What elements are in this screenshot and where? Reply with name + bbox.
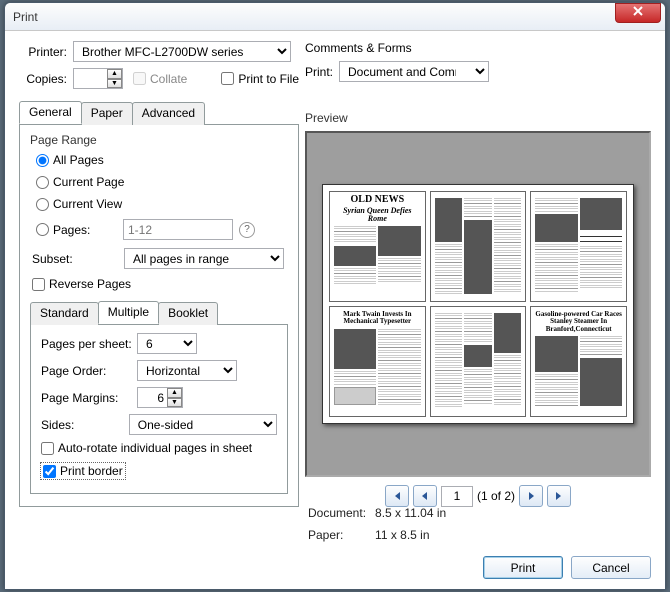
- page-order-label: Page Order:: [41, 364, 137, 378]
- tab-general[interactable]: General: [19, 101, 82, 124]
- close-button[interactable]: [615, 3, 661, 23]
- reverse-pages-checkbox[interactable]: Reverse Pages: [32, 277, 288, 291]
- page-order-select[interactable]: Horizontal: [137, 360, 237, 381]
- tab-multiple[interactable]: Multiple: [98, 301, 159, 324]
- next-page-button[interactable]: [519, 485, 543, 507]
- sides-label: Sides:: [41, 418, 129, 432]
- page-of-label: (1 of 2): [477, 489, 515, 503]
- radio-current-view[interactable]: [36, 198, 49, 211]
- next-icon: [526, 491, 536, 501]
- subset-select[interactable]: All pages in range: [124, 248, 284, 269]
- cf-print-label: Print:: [305, 65, 333, 79]
- radio-pages[interactable]: [36, 223, 49, 236]
- print-to-file-checkbox[interactable]: Print to File: [221, 72, 299, 86]
- spin-down-icon[interactable]: ▼: [167, 398, 182, 408]
- preview-page: [430, 191, 527, 302]
- tab-paper[interactable]: Paper: [81, 102, 133, 125]
- print-button[interactable]: Print: [483, 556, 563, 579]
- autorotate-checkbox[interactable]: Auto-rotate individual pages in sheet: [41, 441, 277, 455]
- comments-forms-label: Comments & Forms: [305, 41, 651, 55]
- page-range-label: Page Range: [30, 133, 288, 147]
- collate-checkbox[interactable]: Collate: [133, 72, 187, 86]
- spin-up-icon[interactable]: ▲: [107, 69, 122, 79]
- close-icon: [633, 6, 643, 16]
- sides-select[interactable]: One-sided: [129, 414, 277, 435]
- margins-spinner[interactable]: ▲▼: [167, 388, 182, 407]
- comments-forms-select[interactable]: Document and Comments: [339, 61, 489, 82]
- preview-page: [430, 306, 527, 417]
- pages-input[interactable]: [123, 219, 233, 240]
- document-info: Document:8.5 x 11.04 in Paper:11 x 8.5 i…: [305, 501, 449, 547]
- copies-label: Copies:: [19, 72, 67, 86]
- cancel-button[interactable]: Cancel: [571, 556, 651, 579]
- print-dialog: Print Printer: Brother MFC-L2700DW serie…: [4, 2, 666, 590]
- pages-per-sheet-select[interactable]: 6: [137, 333, 197, 354]
- tab-booklet[interactable]: Booklet: [158, 302, 218, 325]
- radio-current-page[interactable]: [36, 176, 49, 189]
- last-icon: [554, 491, 564, 501]
- preview-page: [530, 191, 627, 302]
- tab-standard[interactable]: Standard: [30, 302, 99, 325]
- preview-area: OLD NEWS Syrian Queen Defies Rome: [305, 131, 651, 477]
- preview-label: Preview: [305, 111, 348, 125]
- layout-tabs: Standard Multiple Booklet: [30, 301, 288, 325]
- radio-all-pages[interactable]: [36, 154, 49, 167]
- printer-select[interactable]: Brother MFC-L2700DW series: [73, 41, 291, 62]
- spin-up-icon[interactable]: ▲: [167, 388, 182, 398]
- first-icon: [392, 491, 402, 501]
- preview-page: OLD NEWS Syrian Queen Defies Rome: [329, 191, 426, 302]
- main-tabs: General Paper Advanced: [19, 101, 299, 125]
- preview-page: Mark Twain Invests In Mechanical Typeset…: [329, 306, 426, 417]
- page-margins-label: Page Margins:: [41, 391, 137, 405]
- last-page-button[interactable]: [547, 485, 571, 507]
- preview-page: Gasoline-powered Car Races Stanley Steam…: [530, 306, 627, 417]
- spin-down-icon[interactable]: ▼: [107, 79, 122, 89]
- printer-label: Printer:: [19, 45, 67, 59]
- prev-icon: [420, 491, 430, 501]
- pps-label: Pages per sheet:: [41, 337, 137, 351]
- help-icon[interactable]: ?: [239, 222, 255, 238]
- titlebar[interactable]: Print: [5, 3, 665, 31]
- copies-spinner[interactable]: ▲▼: [107, 69, 122, 88]
- print-border-checkbox[interactable]: Print border: [41, 463, 125, 479]
- preview-sheet: OLD NEWS Syrian Queen Defies Rome: [322, 184, 634, 424]
- tab-advanced[interactable]: Advanced: [132, 102, 205, 125]
- window-title: Print: [13, 10, 615, 24]
- subset-label: Subset:: [32, 252, 124, 266]
